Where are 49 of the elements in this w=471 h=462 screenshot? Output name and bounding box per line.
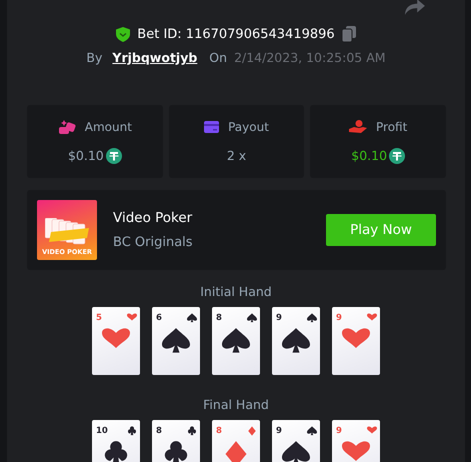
club-icon <box>102 440 130 462</box>
spade-icon <box>247 313 257 323</box>
heart-icon <box>367 313 377 323</box>
stat-value: $0.10 <box>68 148 104 163</box>
card-rank: 5 <box>96 314 102 322</box>
share-icon[interactable] <box>404 0 426 16</box>
stat-value: $0.10 <box>351 148 388 163</box>
game-title: Video Poker <box>113 210 194 226</box>
copy-icon[interactable] <box>342 26 356 42</box>
spade-icon <box>282 440 310 462</box>
hand-title: Final Hand <box>203 397 269 412</box>
play-now-button[interactable]: Play Now <box>326 214 436 246</box>
card-icon <box>204 121 220 133</box>
club-icon <box>162 440 190 462</box>
card-rank: 9 <box>336 427 342 436</box>
club-icon <box>187 426 197 436</box>
card-rank: 10 <box>96 427 108 436</box>
bet-id: Bet ID: 116707906543419896 <box>137 26 335 42</box>
game-provider: BC Originals <box>113 235 194 250</box>
hand-title: Initial Hand <box>200 284 272 299</box>
coins-icon <box>58 120 76 134</box>
card-rank: 9 <box>276 427 282 436</box>
stat-label: Amount <box>84 120 132 134</box>
bet-date: 2/14/2023, 10:25:05 AM <box>234 50 386 65</box>
spade-icon <box>307 313 317 323</box>
diamond-icon <box>247 426 257 436</box>
spade-icon <box>282 327 310 355</box>
heart-icon <box>127 313 137 323</box>
stat-label: Profit <box>376 120 408 134</box>
card-rank: 6 <box>156 314 162 322</box>
card-rank: 8 <box>216 427 222 436</box>
card-rank: 9 <box>276 314 282 322</box>
card-rank: 8 <box>216 314 222 322</box>
spade-icon <box>222 327 250 355</box>
spade-icon <box>162 327 190 355</box>
by-label: By <box>86 50 102 65</box>
stat-value: 2 x <box>226 148 246 163</box>
spade-icon <box>187 313 197 323</box>
stat-label: Payout <box>228 120 269 134</box>
card-rank: 9 <box>336 314 342 322</box>
card-rank: 8 <box>156 427 162 436</box>
heart-icon <box>342 440 370 462</box>
username-link[interactable]: Yrjbqwotjyb <box>112 50 198 65</box>
heart-icon <box>367 426 377 436</box>
playing-cards-icon <box>45 218 89 246</box>
spade-icon <box>307 426 317 436</box>
hand-coin-icon <box>349 120 368 134</box>
on-label: On <box>209 50 228 65</box>
club-icon <box>127 426 137 436</box>
